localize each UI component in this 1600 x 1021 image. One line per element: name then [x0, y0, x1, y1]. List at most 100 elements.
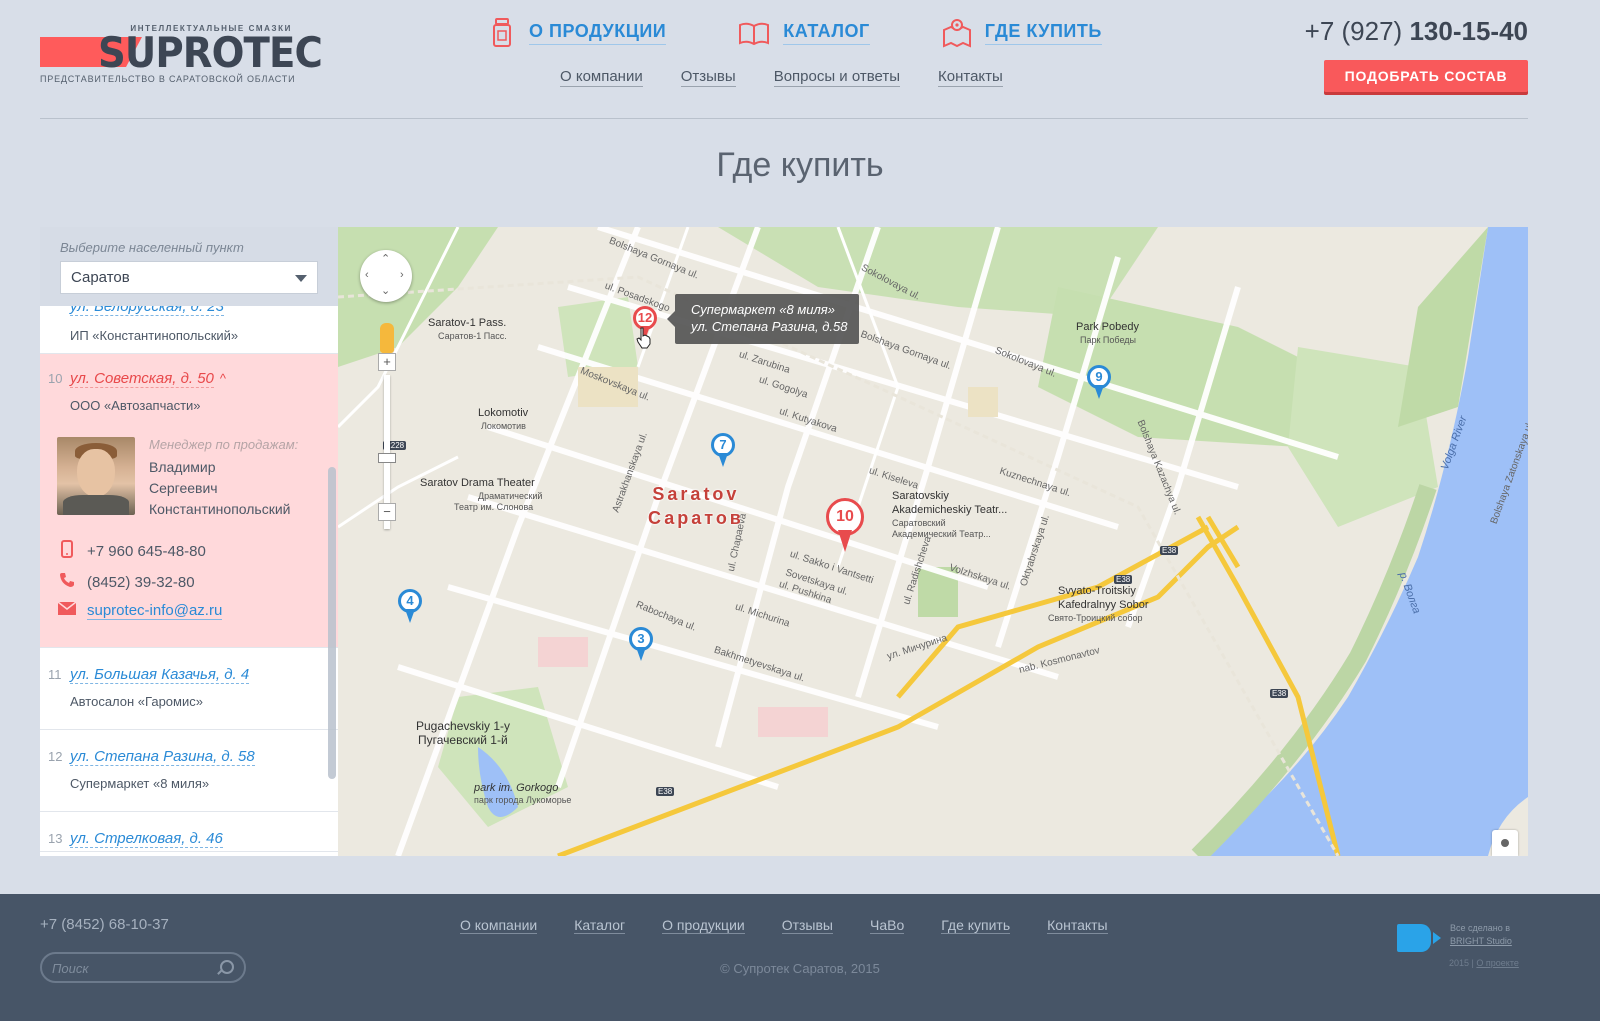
footer-nav-where-to-buy[interactable]: Где купить	[941, 917, 1011, 934]
entry-org: ИП «Константинопольский»	[70, 328, 239, 343]
brand-year: 2015 |	[1449, 958, 1474, 968]
manager-card: Менеджер по продажам: Владимир Сергеевич…	[57, 437, 317, 517]
nav-item-catalog[interactable]: КАТАЛОГ	[738, 18, 870, 48]
map-label-saratov1: Saratov-1 Pass.	[428, 317, 507, 329]
footer: +7 (8452) 68-10-37 О компании Каталог О …	[0, 894, 1600, 1021]
map-label-drama-ru2: Театр им. Слонова	[454, 502, 534, 512]
map-label-pugachevskiy-ru: Пугачевский 1-й	[418, 733, 508, 747]
entry-address[interactable]: ул. Советская, д. 50	[70, 370, 214, 388]
list-item[interactable]: 13 ул. Стрелковая, д. 46	[40, 812, 338, 852]
entry-address[interactable]: ул. Стрелковая, д. 46	[70, 830, 223, 848]
phone-number: 130-15-40	[1409, 16, 1528, 46]
pan-right-icon[interactable]: ›	[400, 269, 404, 281]
footer-nav-reviews[interactable]: Отзывы	[781, 917, 833, 934]
map-label-gorkogo: park im. Gorkogo	[474, 782, 559, 794]
map-label-e38-4: E38	[656, 787, 675, 796]
phone-prefix: +7 (927)	[1304, 16, 1410, 46]
map-city-ru: Саратов	[648, 508, 744, 528]
pin-tail	[1094, 385, 1104, 399]
map-pin-4[interactable]: 4	[395, 589, 425, 629]
page-title: Где купить	[716, 146, 884, 184]
city-select[interactable]: Саратов	[60, 261, 318, 294]
list-item[interactable]: 11 ул. Большая Казачья, д. 4 Автосалон «…	[40, 648, 338, 730]
map-pin-icon	[942, 19, 971, 48]
map-pin-9[interactable]: 9	[1084, 365, 1114, 405]
list-scrollbar[interactable]	[328, 467, 336, 779]
nav-link-where-to-buy[interactable]: ГДЕ КУПИТЬ	[984, 21, 1102, 45]
sub-nav: О компании Отзывы Вопросы и ответы Конта…	[560, 68, 1041, 87]
map-pin-10[interactable]: 10	[825, 498, 865, 556]
entry-address[interactable]: ул. Степана Разина, д. 58	[70, 748, 255, 766]
sub-nav-about[interactable]: О компании	[560, 68, 643, 87]
footer-nav-faq[interactable]: ЧаВо	[870, 917, 905, 934]
about-project-link[interactable]: О проекте	[1476, 958, 1518, 968]
brand-text: Все сделано в BRIGHT Studio	[1450, 922, 1512, 948]
sub-nav-faq[interactable]: Вопросы и ответы	[773, 68, 901, 87]
pin-tail	[405, 609, 415, 623]
map-label-akadem: Saratovskiy	[892, 490, 949, 502]
chevron-up-icon[interactable]: ^	[220, 371, 226, 386]
pin-tail	[636, 647, 646, 661]
manager-label: Менеджер по продажам:	[149, 437, 299, 452]
map-label-saratov1-ru: Саратов-1 Пасс.	[438, 331, 507, 341]
street-view-pegman-icon[interactable]	[380, 323, 394, 353]
header-phone[interactable]: +7 (927) 130-15-40	[1305, 16, 1528, 47]
contact-phone: (8452) 39-32-80	[57, 572, 195, 593]
zoom-slider-handle[interactable]	[378, 453, 396, 463]
logo[interactable]: ИНТЕЛЛЕКТУАЛЬНЫЕ СМАЗКИ SUPROTEC ПРЕДСТА…	[40, 22, 323, 92]
avatar	[57, 437, 135, 515]
phone-handset-icon	[57, 572, 77, 593]
map-pin-3[interactable]: 3	[626, 627, 656, 667]
list-item-active[interactable]: 10 ул. Советская, д. 50 ^ ООО «Автозапчас…	[40, 354, 338, 648]
entry-address[interactable]: ул. Большая Казачья, д. 4	[70, 666, 250, 684]
zoom-out-button[interactable]: −	[378, 503, 396, 521]
pan-down-icon[interactable]: ⌄	[381, 284, 390, 297]
bright-studio-logo-icon[interactable]	[1397, 924, 1441, 952]
sub-nav-contacts[interactable]: Контакты	[938, 68, 1003, 87]
entry-number: 13	[48, 831, 63, 846]
map-label-e38: E38	[1160, 546, 1179, 555]
list-item[interactable]: 9 ул. Белорусская, д. 23 ИП «Константино…	[40, 294, 338, 354]
sub-nav-reviews[interactable]: Отзывы	[680, 68, 736, 87]
email-link[interactable]: suprotec-info@az.ru	[87, 602, 223, 620]
pan-up-icon[interactable]: ⌃	[381, 252, 390, 265]
map-pan-control[interactable]: ⌃ ⌄ ‹ ›	[360, 250, 412, 302]
entry-number: 10	[48, 371, 63, 386]
my-location-button[interactable]	[1492, 830, 1518, 856]
map-label-drama: Saratov Drama Theater	[420, 477, 535, 489]
store-list: 9 ул. Белорусская, д. 23 ИП «Константино…	[40, 294, 338, 852]
map[interactable]: Bolshaya Gornaya ul. Sokolovaya ul. Soko…	[338, 227, 1528, 856]
header-divider	[40, 118, 1528, 119]
footer-phone[interactable]: +7 (8452) 68-10-37	[40, 916, 169, 933]
map-tiles	[338, 227, 1528, 856]
map-pin-7[interactable]: 7	[708, 433, 738, 473]
pan-left-icon[interactable]: ‹	[365, 269, 369, 281]
nav-link-catalog[interactable]: КАТАЛОГ	[783, 21, 870, 45]
footer-nav-products[interactable]: О продукции	[662, 917, 745, 934]
footer-nav-contacts[interactable]: Контакты	[1047, 917, 1108, 934]
nav-link-products[interactable]: О ПРОДУКЦИИ	[529, 21, 667, 45]
contact-mobile: +7 960 645-48-80	[57, 540, 206, 563]
footer-nav-catalog[interactable]: Каталог	[574, 917, 626, 934]
nav-item-where-to-buy[interactable]: ГДЕ КУПИТЬ	[942, 18, 1102, 48]
map-label-gorkogo-ru: парк города Лукоморье	[474, 795, 572, 805]
brand-link[interactable]: BRIGHT Studio	[1450, 936, 1512, 946]
map-label-park-pobedy-ru: Парк Победы	[1080, 335, 1136, 345]
map-label-lokomotiv-ru: Локомотив	[481, 421, 526, 431]
footer-nav-about[interactable]: О компании	[460, 917, 538, 934]
pick-composition-button[interactable]: ПОДОБРАТЬ СОСТАВ	[1324, 60, 1528, 92]
list-item[interactable]: 12 ул. Степана Разина, д. 58 Супермаркет…	[40, 730, 338, 812]
logo-wordmark: SUPROTEC	[98, 28, 323, 77]
logo-subtitle: ПРЕДСТАВИТЕЛЬСТВО В САРАТОВСКОЙ ОБЛАСТИ	[40, 74, 296, 84]
map-city-en: Saratov	[652, 484, 740, 504]
mobile-number: +7 960 645-48-80	[87, 543, 206, 560]
book-icon	[739, 22, 770, 46]
entry-org: Супермаркет «8 миля»	[70, 776, 210, 791]
map-label-e38-3: E38	[1114, 575, 1133, 584]
brand-year-line: 2015 | О проекте	[1449, 958, 1519, 968]
contact-email: suprotec-info@az.ru	[57, 601, 223, 620]
map-label-sobor-ru: Свято-Троицкий собор	[1048, 613, 1143, 623]
nav-item-products[interactable]: О ПРОДУКЦИИ	[490, 18, 667, 48]
city-selector: Выберите населенный пункт Саратов	[40, 227, 338, 306]
zoom-in-button[interactable]: +	[378, 353, 396, 371]
